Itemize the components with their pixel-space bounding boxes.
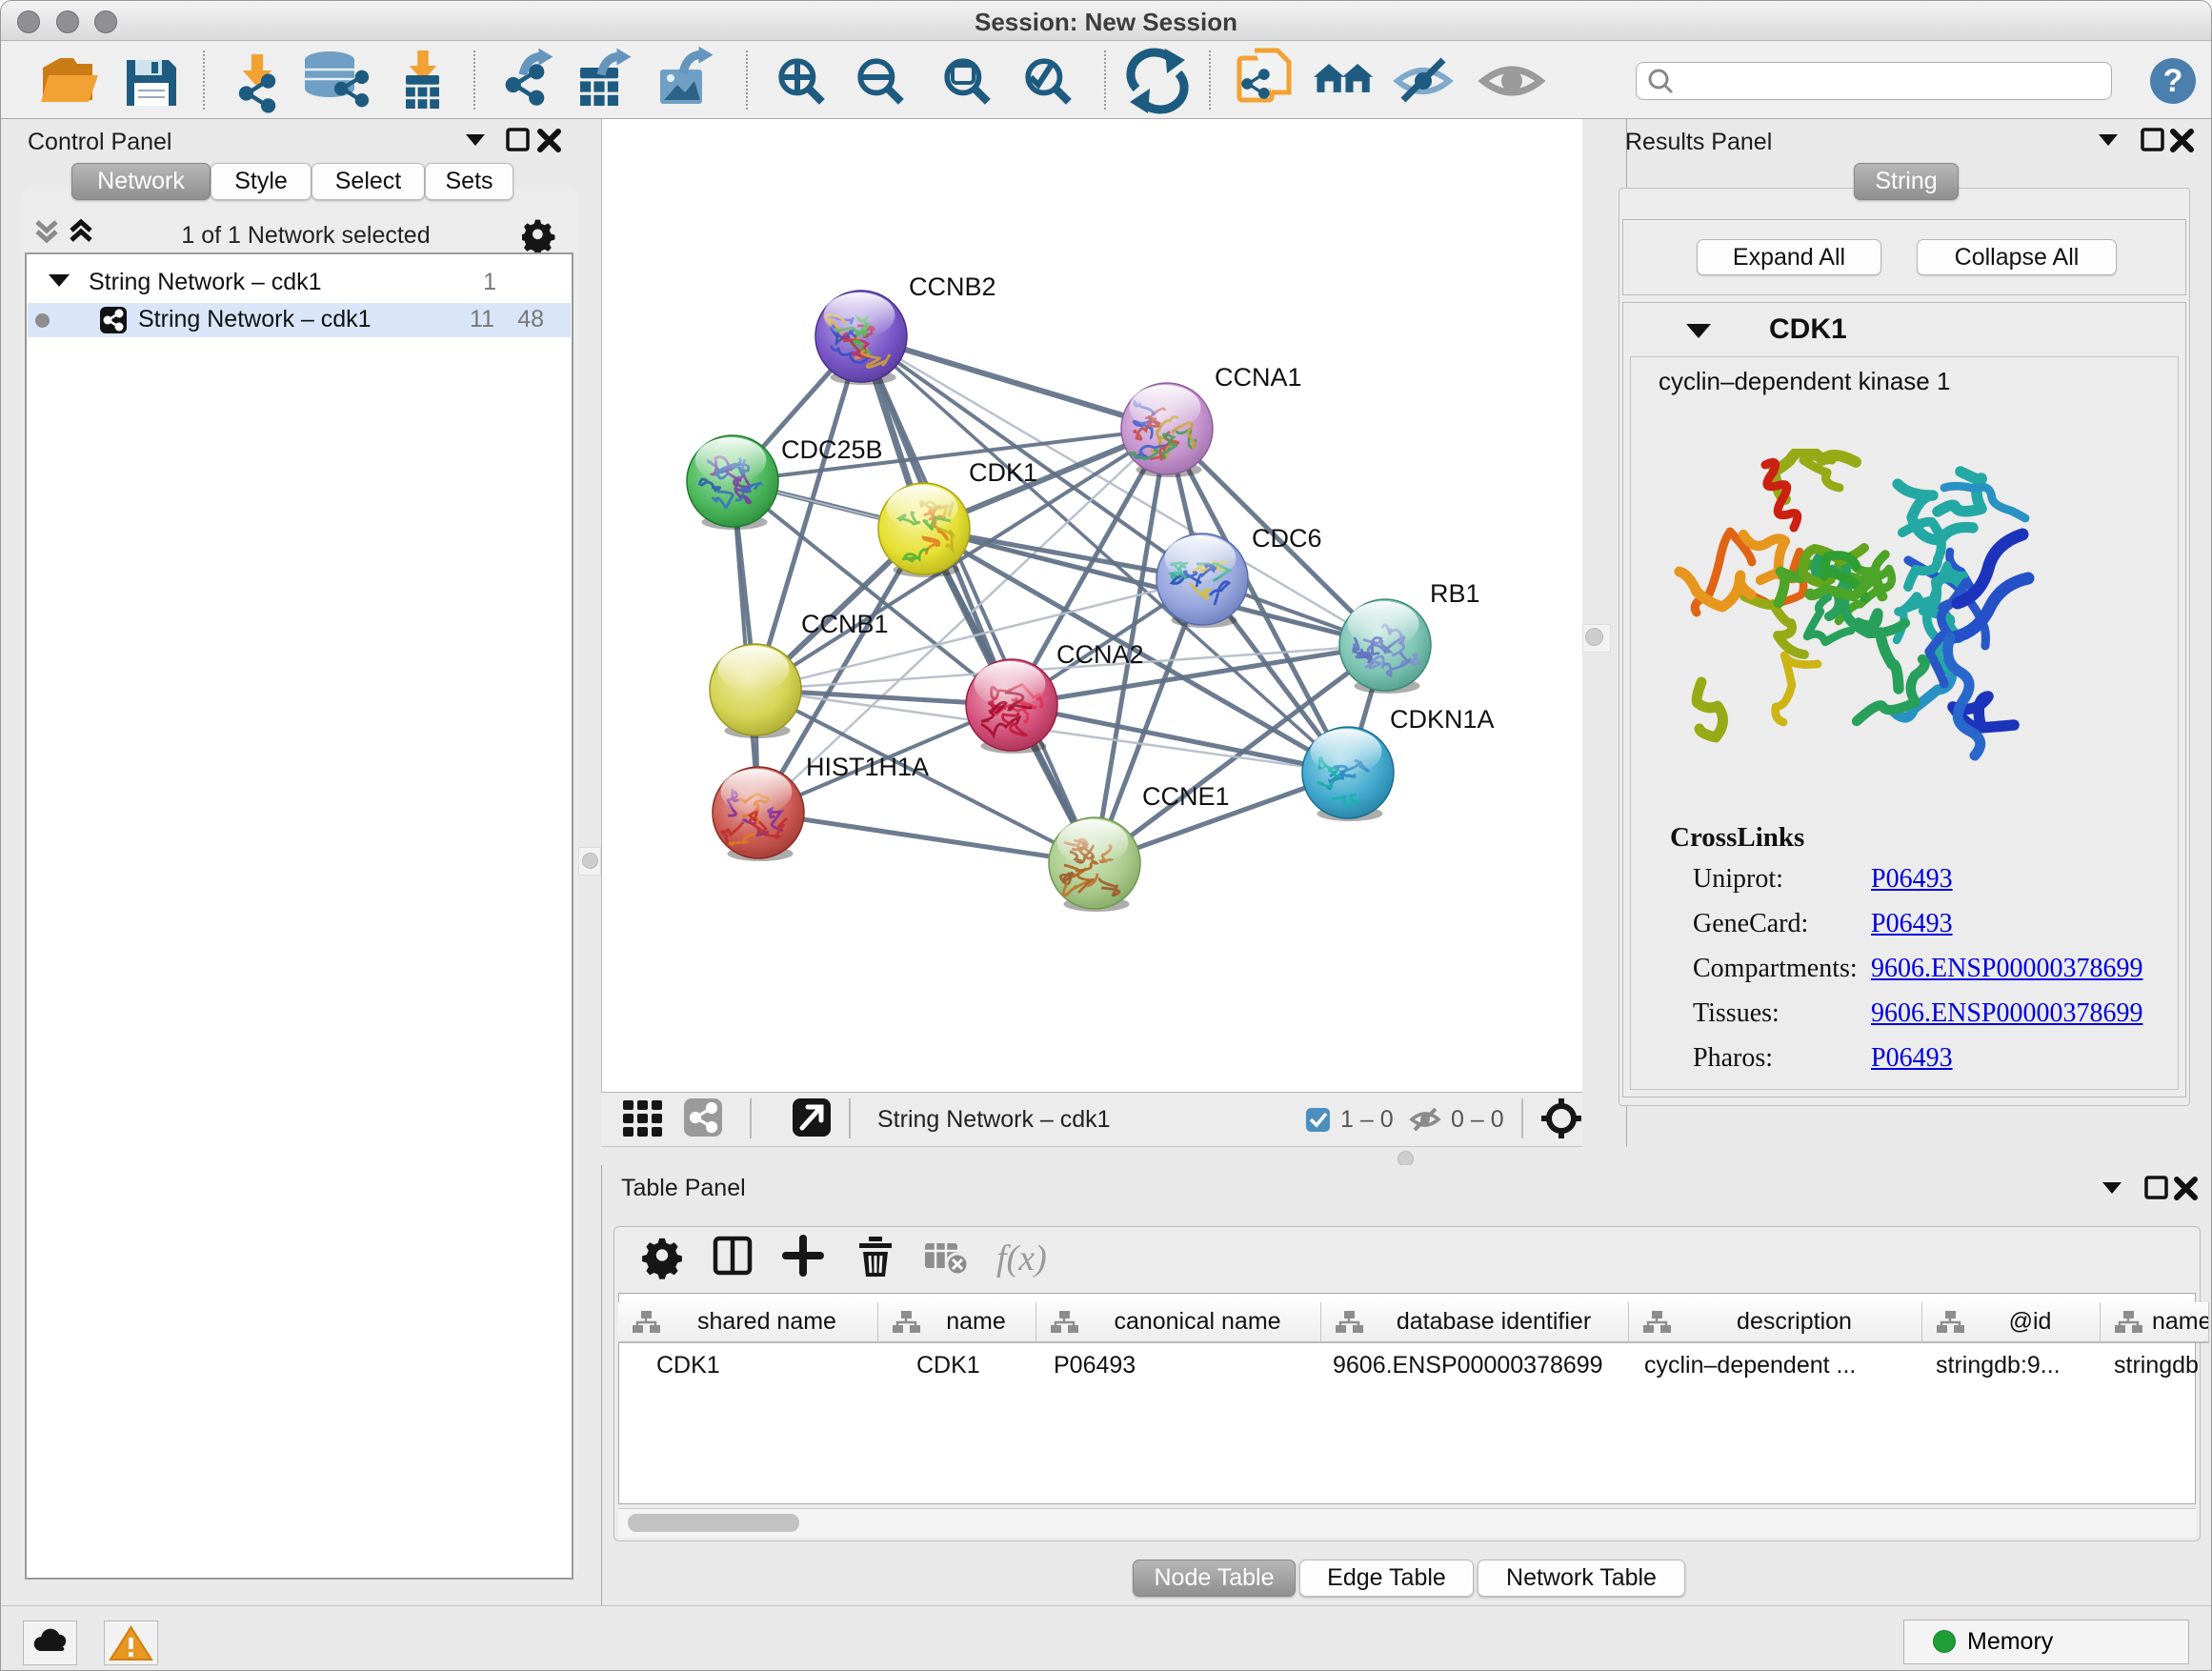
svg-text:CCNB1: CCNB1: [801, 610, 889, 638]
svg-text:CDK1: CDK1: [969, 458, 1037, 487]
svg-text:CDC6: CDC6: [1252, 524, 1322, 553]
svg-text:CCNE1: CCNE1: [1142, 782, 1230, 811]
svg-text:CDC25B: CDC25B: [781, 435, 883, 464]
svg-text:CCNA1: CCNA1: [1215, 363, 1302, 392]
svg-text:RB1: RB1: [1430, 579, 1480, 608]
svg-text:CCNB2: CCNB2: [909, 272, 996, 301]
svg-text:CCNA2: CCNA2: [1056, 640, 1144, 669]
svg-text:f(x): f(x): [996, 1238, 1047, 1278]
svg-text:String Network – cdk1: String Network – cdk1: [877, 1106, 1111, 1133]
svg-text:1 – 0: 1 – 0: [1340, 1106, 1394, 1133]
svg-text:CDKN1A: CDKN1A: [1390, 705, 1495, 734]
svg-text:0 – 0: 0 – 0: [1451, 1106, 1504, 1133]
svg-text:HIST1H1A: HIST1H1A: [806, 753, 929, 781]
